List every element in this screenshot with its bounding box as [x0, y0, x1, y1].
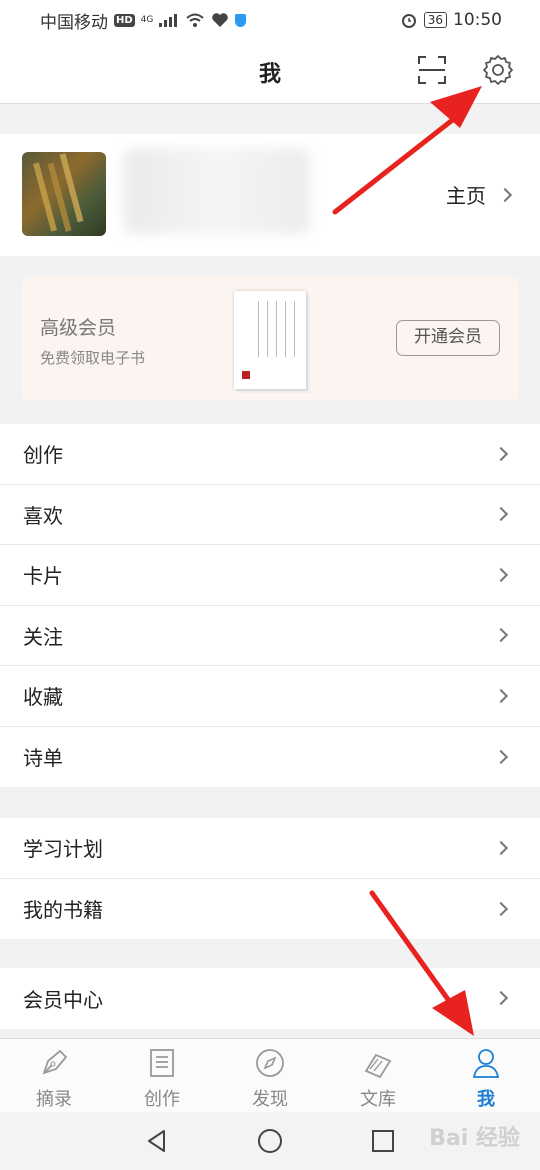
tab-label: 文库: [360, 1089, 396, 1110]
menu-item-label: 我的书籍: [23, 898, 103, 923]
menu-item-label: 喜欢: [23, 503, 63, 528]
menu-item-label: 学习计划: [23, 837, 103, 862]
avatar[interactable]: [22, 152, 106, 236]
chevron-right-icon: [493, 749, 509, 764]
tab-excerpt[interactable]: 摘录: [0, 1039, 108, 1112]
shield-icon: [235, 13, 247, 27]
tab-library[interactable]: 文库: [324, 1039, 432, 1112]
chevron-right-icon: [493, 901, 509, 916]
document-icon: [150, 1049, 174, 1077]
menu-item[interactable]: 诗单: [0, 727, 540, 788]
home-icon[interactable]: [257, 1128, 283, 1154]
tab-me[interactable]: 我: [432, 1039, 540, 1112]
tab-label: 创作: [144, 1089, 180, 1110]
chevron-right-icon: [493, 567, 509, 582]
hd-badge: HD: [114, 13, 135, 27]
scan-icon[interactable]: [418, 56, 446, 84]
menu-item[interactable]: 会员中心: [0, 968, 540, 1029]
username-blurred: [124, 148, 310, 234]
menu-group-1: 创作喜欢卡片关注收藏诗单: [0, 424, 540, 787]
menu-group-3: 会员中心: [0, 968, 540, 1029]
menu-item-label: 关注: [23, 624, 63, 649]
chevron-right-icon: [493, 446, 509, 461]
recents-icon[interactable]: [370, 1128, 396, 1154]
chevron-right-icon: [493, 628, 509, 643]
profile-card[interactable]: 主页: [0, 134, 540, 256]
menu-item-label: 收藏: [23, 685, 63, 710]
tab-label: 我: [477, 1089, 495, 1110]
page-title: 我: [258, 62, 281, 87]
battery-indicator: 36: [423, 12, 447, 28]
menu-item-label: 创作: [23, 443, 63, 468]
menu-item-label: 会员中心: [23, 987, 103, 1012]
menu-item[interactable]: 关注: [0, 606, 540, 666]
user-icon: [472, 1049, 500, 1078]
menu-item-label: 诗单: [23, 746, 63, 771]
menu-item[interactable]: 卡片: [0, 545, 540, 606]
tab-discover[interactable]: 发现: [216, 1039, 324, 1112]
tab-label: 摘录: [36, 1089, 72, 1110]
signal-icon: [159, 14, 178, 27]
menu-item[interactable]: 收藏: [0, 666, 540, 727]
books-icon: [364, 1053, 392, 1079]
watermark: Bai 经验: [429, 1126, 520, 1151]
back-icon[interactable]: [144, 1128, 170, 1154]
network-label: 4G: [140, 15, 154, 25]
top-bar: 我: [0, 40, 540, 104]
open-vip-button[interactable]: 开通会员: [396, 320, 500, 356]
vip-banner[interactable]: 高级会员 免费领取电子书 开通会员: [22, 277, 518, 401]
chevron-right-icon: [493, 507, 509, 522]
tab-create[interactable]: 创作: [108, 1039, 216, 1112]
menu-item[interactable]: 喜欢: [0, 485, 540, 545]
homepage-label: 主页: [446, 184, 486, 208]
tab-label: 发现: [252, 1089, 288, 1110]
chevron-right-icon: [493, 688, 509, 703]
chevron-right-icon: [497, 187, 513, 202]
heart-icon: [212, 13, 229, 27]
compass-icon: [256, 1049, 284, 1077]
menu-item[interactable]: 创作: [0, 424, 540, 485]
pen-nib-icon: [42, 1049, 68, 1075]
menu-item-label: 卡片: [23, 564, 63, 589]
gear-icon[interactable]: [482, 54, 514, 86]
wifi-icon: [186, 13, 205, 27]
chevron-right-icon: [493, 991, 509, 1006]
ebook-illustration: [234, 291, 306, 389]
vip-subtitle: 免费领取电子书: [40, 349, 146, 367]
menu-item[interactable]: 我的书籍: [0, 879, 540, 940]
menu-group-2: 学习计划 我的书籍: [0, 818, 540, 939]
chevron-right-icon: [493, 840, 509, 855]
homepage-link[interactable]: 主页: [446, 180, 513, 209]
vip-title: 高级会员: [40, 317, 117, 339]
carrier-label: 中国移动: [40, 12, 108, 33]
bottom-tab-bar: 摘录 创作 发现 文库 我: [0, 1038, 540, 1112]
alarm-icon: [401, 14, 416, 28]
status-bar: 中国移动 HD 4G 36 10:50: [0, 0, 540, 40]
menu-item[interactable]: 学习计划: [0, 818, 540, 879]
clock: 10:50: [453, 10, 502, 30]
